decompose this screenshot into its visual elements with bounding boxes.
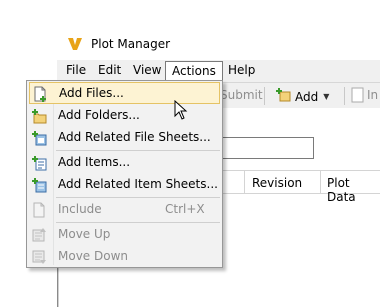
menu-actions[interactable]: Actions: [165, 61, 223, 80]
menu-item-add-related-item-sheets[interactable]: Add Related Item Sheets...: [29, 174, 220, 196]
add-items-icon: [31, 155, 47, 171]
chevron-down-icon: ▼: [323, 92, 330, 101]
menu-item-add-items[interactable]: Add Items...: [29, 152, 220, 174]
title-bar: Plot Manager: [57, 28, 380, 60]
move-down-icon: [31, 249, 47, 265]
add-folder-icon: [31, 108, 47, 124]
include-icon: [31, 202, 47, 218]
menu-item-label: Move Up: [58, 227, 111, 241]
menu-file[interactable]: File: [60, 61, 92, 80]
menu-separator: [56, 150, 220, 151]
menu-item-add-related-file-sheets[interactable]: Add Related File Sheets...: [29, 127, 220, 149]
menu-item-shortcut: Ctrl+X: [165, 202, 205, 216]
actions-menu: Add Files... Add Folders... Add Related …: [26, 80, 223, 268]
include-toolbar-icon: [351, 87, 365, 106]
column-header-revision[interactable]: Revision: [252, 176, 302, 190]
column-separator: [320, 171, 321, 194]
menu-item-add-files[interactable]: Add Files...: [29, 82, 220, 104]
menu-item-label: Move Down: [58, 249, 128, 263]
add-file-icon: [32, 86, 48, 102]
add-related-file-sheets-icon: [31, 130, 47, 146]
menu-item-label: Add Items...: [58, 155, 131, 169]
include-toolbar-button[interactable]: In: [367, 88, 378, 102]
toolbar-separator: [344, 87, 345, 105]
submit-button[interactable]: Submit: [220, 88, 263, 102]
window-title: Plot Manager: [91, 37, 171, 51]
menu-item-label: Add Related File Sheets...: [58, 130, 211, 144]
mouse-pointer-icon: [174, 99, 188, 120]
add-button-label: Add: [295, 89, 319, 104]
column-separator: [244, 171, 245, 194]
menu-item-label: Add Related Item Sheets...: [58, 177, 218, 191]
column-header-plot-data[interactable]: Plot Data: [327, 176, 380, 204]
menu-item-move-down[interactable]: Move Down: [29, 246, 220, 268]
menu-edit[interactable]: Edit: [92, 61, 127, 80]
menu-item-label: Add Folders...: [58, 108, 140, 122]
menu-item-label: Add Files...: [59, 86, 124, 100]
v-logo-icon: [67, 36, 83, 52]
grid-header: Revision Plot Data: [210, 170, 380, 204]
menu-bar: File Edit View Actions Help: [57, 60, 380, 81]
add-button[interactable]: Add ▼: [275, 87, 329, 106]
menu-view[interactable]: View: [127, 61, 167, 80]
add-icon: [275, 87, 291, 106]
menu-item-label: Include: [58, 202, 102, 216]
menu-help[interactable]: Help: [222, 61, 261, 80]
filter-input[interactable]: [210, 137, 314, 159]
toolbar-separator: [264, 87, 265, 105]
menu-item-include[interactable]: Include Ctrl+X: [29, 199, 220, 221]
menu-separator: [56, 197, 220, 198]
menu-separator: [56, 222, 220, 223]
menu-item-move-up[interactable]: Move Up: [29, 224, 220, 246]
move-up-icon: [31, 227, 47, 243]
menu-item-add-folders[interactable]: Add Folders...: [29, 105, 220, 127]
add-related-item-sheets-icon: [31, 177, 47, 193]
